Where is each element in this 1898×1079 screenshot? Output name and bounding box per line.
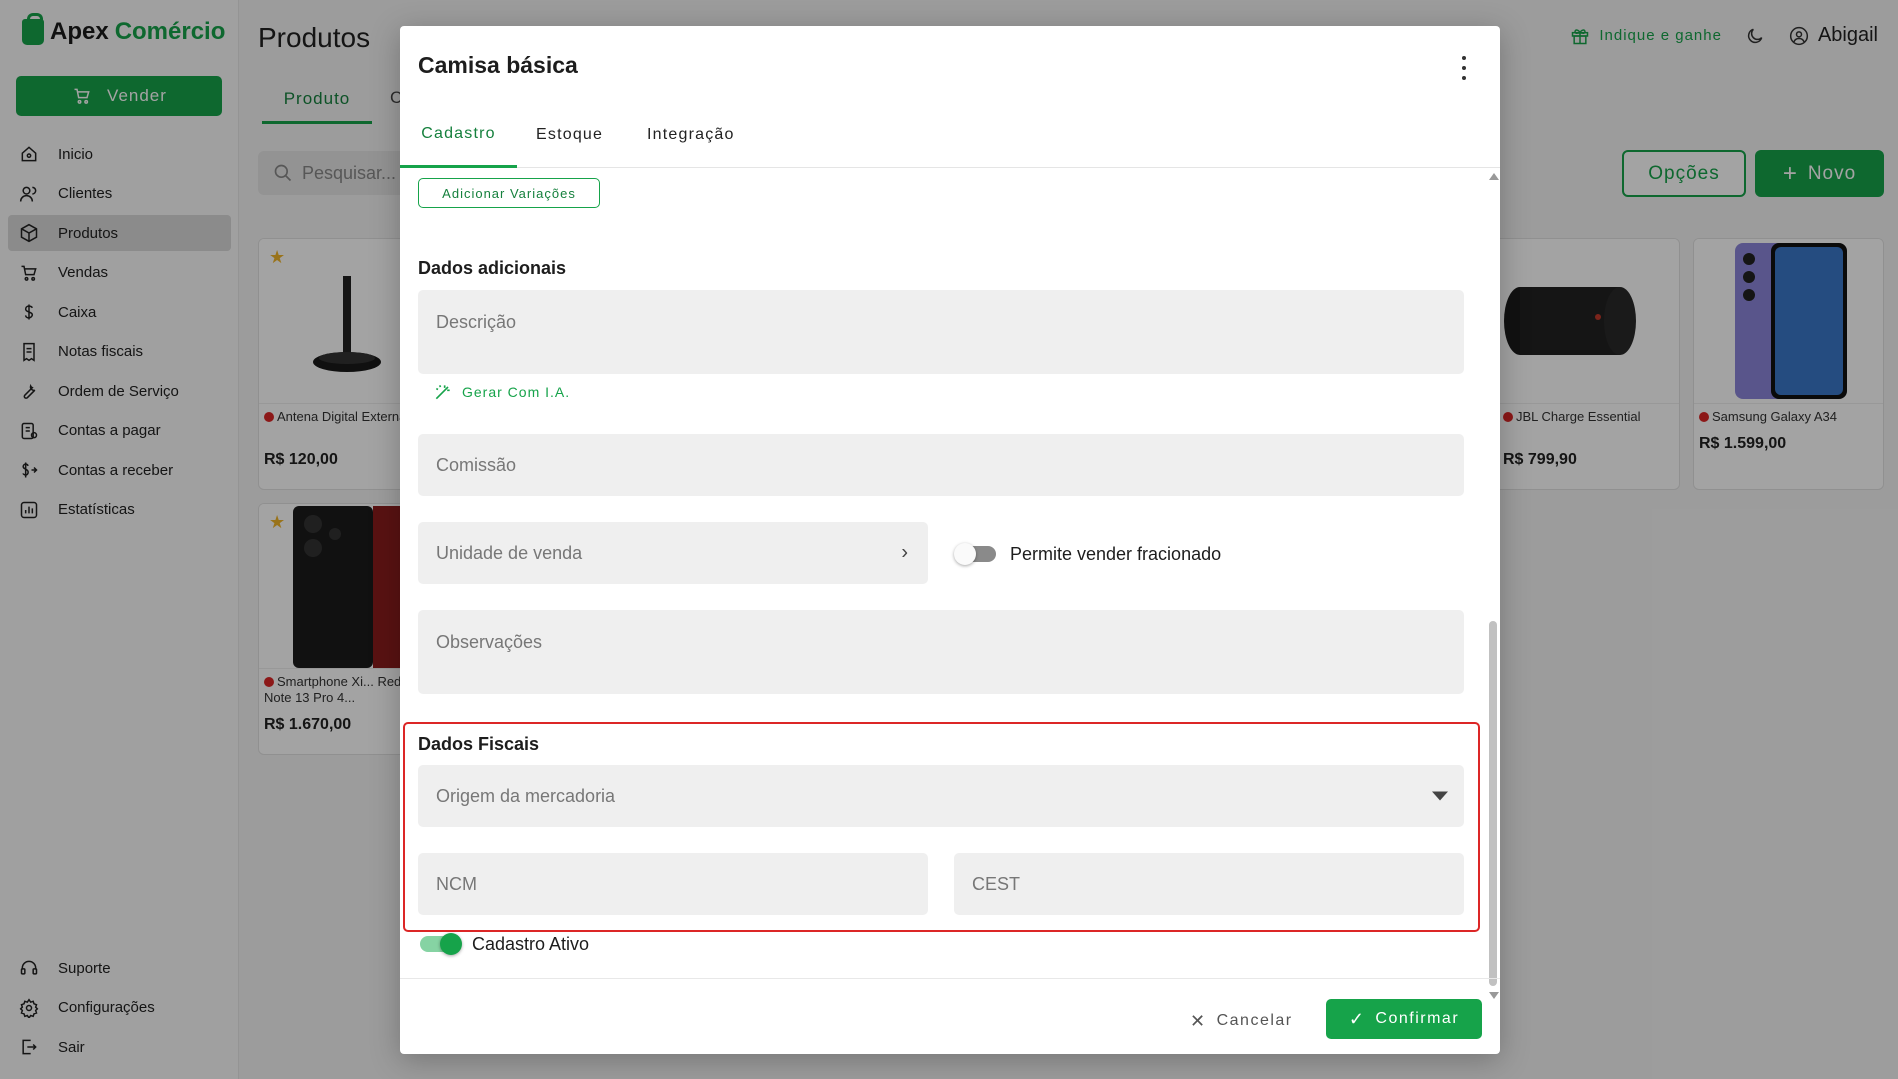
active-label: Cadastro Ativo bbox=[472, 934, 590, 954]
check-icon: ✓ bbox=[1348, 1008, 1366, 1029]
cest-field[interactable]: CEST bbox=[954, 853, 1464, 915]
tab-integracao[interactable]: Integração bbox=[647, 102, 735, 168]
more-options-icon[interactable] bbox=[1460, 56, 1468, 80]
description-field[interactable]: Descrição bbox=[418, 290, 1464, 374]
active-toggle[interactable] bbox=[420, 933, 462, 955]
close-icon: ✕ bbox=[1190, 1010, 1207, 1031]
origin-placeholder: Origem da mercadoria bbox=[436, 785, 616, 806]
fractional-label: Permite vender fracionado bbox=[1010, 544, 1222, 564]
scrollbar-thumb[interactable] bbox=[1489, 621, 1497, 986]
commission-field[interactable]: Comissão bbox=[418, 434, 1464, 496]
tab-cadastro[interactable]: Cadastro bbox=[400, 102, 517, 168]
confirm-button[interactable]: ✓ Confirmar bbox=[1326, 999, 1482, 1039]
notes-field[interactable]: Observações bbox=[418, 610, 1464, 694]
chevron-right-icon: › bbox=[901, 541, 908, 564]
tab-estoque[interactable]: Estoque bbox=[536, 102, 603, 168]
cancel-button[interactable]: ✕ Cancelar bbox=[1190, 1001, 1293, 1041]
ncm-placeholder: NCM bbox=[436, 873, 477, 894]
modal-body: Adicionar Variações Dados adicionais Des… bbox=[400, 168, 1500, 1004]
modal-scrollbar[interactable] bbox=[1486, 168, 1500, 1004]
description-placeholder: Descrição bbox=[436, 312, 517, 332]
generate-ai-label: Gerar Com I.A. bbox=[462, 384, 571, 400]
modal-footer: ✕ Cancelar ✓ Confirmar bbox=[400, 978, 1500, 1054]
sale-unit-field[interactable]: Unidade de venda › bbox=[418, 522, 928, 584]
cancel-label: Cancelar bbox=[1216, 1012, 1293, 1029]
product-edit-modal: Camisa básica Cadastro Estoque Integraçã… bbox=[400, 26, 1500, 1054]
fractional-toggle[interactable] bbox=[954, 543, 996, 565]
sale-unit-placeholder: Unidade de venda bbox=[436, 542, 583, 563]
generate-ai-button[interactable]: Gerar Com I.A. bbox=[432, 381, 570, 403]
modal-tabs: Cadastro Estoque Integração bbox=[400, 102, 1500, 168]
magic-wand-icon bbox=[432, 381, 454, 403]
scroll-up-arrow-icon[interactable] bbox=[1489, 173, 1499, 180]
modal-title: Camisa básica bbox=[418, 52, 578, 78]
confirm-label: Confirmar bbox=[1375, 1010, 1460, 1027]
origin-select[interactable]: Origem da mercadoria bbox=[418, 765, 1464, 827]
notes-placeholder: Observações bbox=[436, 632, 543, 652]
add-variations-button[interactable]: Adicionar Variações bbox=[418, 178, 600, 208]
fiscal-data-title: Dados Fiscais bbox=[418, 734, 540, 754]
additional-data-title: Dados adicionais bbox=[418, 258, 567, 278]
cest-placeholder: CEST bbox=[972, 873, 1021, 894]
commission-placeholder: Comissão bbox=[436, 454, 517, 475]
ncm-field[interactable]: NCM bbox=[418, 853, 928, 915]
caret-down-icon bbox=[1432, 791, 1448, 801]
